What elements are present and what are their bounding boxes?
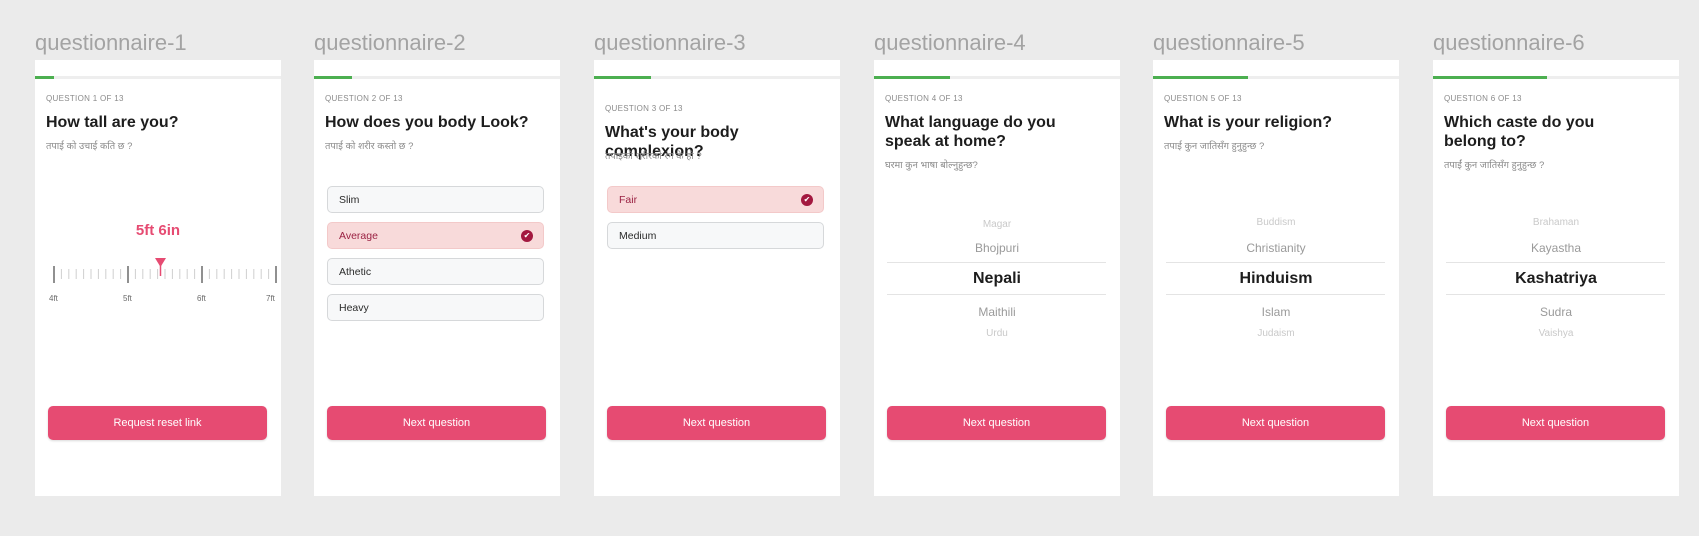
- ruler-label: 6ft: [197, 294, 206, 303]
- question-title-line: What is your religion?: [1164, 114, 1333, 131]
- question-title: What is your religion?: [1164, 113, 1388, 132]
- picker-item-far-above[interactable]: Buddism: [1153, 217, 1399, 228]
- option-label: Heavy: [339, 301, 369, 314]
- question-title-line: How tall are you?: [46, 114, 179, 131]
- question-subtitle: तपाई कुन जातिसँग हुनुहुन्छ ?: [1164, 141, 1265, 152]
- option-label: Average: [339, 229, 378, 242]
- picker-divider: [1446, 294, 1665, 295]
- progress-fill: [1433, 76, 1547, 79]
- option-label: Fair: [619, 193, 638, 206]
- progress-bar: [1433, 76, 1679, 79]
- picker-item-below[interactable]: Maithili: [874, 305, 1120, 319]
- progress-bar: [874, 76, 1120, 79]
- option-athetic[interactable]: Athetic: [327, 258, 544, 285]
- picker-item-above[interactable]: Christianity: [1153, 241, 1399, 255]
- progress-fill: [314, 76, 352, 79]
- next-question-button[interactable]: Next question: [607, 406, 826, 440]
- question-subtitle: तपाई को शरीर कस्तो छ ?: [325, 141, 414, 152]
- frame-label: questionnaire-4: [874, 30, 1026, 55]
- option-medium[interactable]: Medium: [607, 222, 824, 249]
- progress-bar: [35, 76, 281, 79]
- question-subtitle: तपाईं कुन जातिसँग हुनुहुन्छ ?: [1444, 160, 1545, 171]
- picker-item-selected[interactable]: Nepali: [874, 270, 1120, 288]
- height-ruler[interactable]: [35, 255, 281, 291]
- question-title: Which caste do you belong to?: [1444, 113, 1668, 151]
- picker-item-far-above[interactable]: Brahaman: [1433, 217, 1679, 228]
- frame-label: questionnaire-3: [594, 30, 746, 55]
- question-number: QUESTION 5 OF 13: [1164, 94, 1242, 103]
- question-card: QUESTION 1 OF 13 How tall are you? तपाई …: [35, 60, 281, 496]
- picker-divider: [887, 262, 1106, 263]
- picker-item-below[interactable]: Islam: [1153, 305, 1399, 319]
- check-circle-icon: ✔: [521, 230, 533, 242]
- picker-item-above[interactable]: Kayastha: [1433, 241, 1679, 255]
- picker-item-above[interactable]: Bhojpuri: [874, 241, 1120, 255]
- ruler-label: 7ft: [266, 294, 275, 303]
- ruler-ticks: [53, 266, 277, 283]
- picker-divider: [1446, 262, 1665, 263]
- question-subtitle: घरमा कुन भाषा बोल्नुहुन्छ?: [885, 160, 978, 171]
- picker-divider: [887, 294, 1106, 295]
- frame-label: questionnaire-5: [1153, 30, 1305, 55]
- question-number: QUESTION 6 OF 13: [1444, 94, 1522, 103]
- question-number: QUESTION 3 OF 13: [605, 104, 683, 113]
- next-question-button[interactable]: Next question: [887, 406, 1106, 440]
- question-title-line: Which caste do you: [1444, 114, 1595, 131]
- question-subtitle: तपाइको शरीरको रंग के हो ?: [605, 151, 702, 162]
- picker-item-far-below[interactable]: Urdu: [874, 328, 1120, 339]
- question-title-line: belong to?: [1444, 133, 1526, 150]
- picker-item-selected[interactable]: Kashatriya: [1433, 270, 1679, 288]
- picker-item-far-below[interactable]: Judaism: [1153, 328, 1399, 339]
- progress-bar: [594, 76, 840, 79]
- option-fair[interactable]: Fair ✔: [607, 186, 824, 213]
- request-reset-link-button[interactable]: Request reset link: [48, 406, 267, 440]
- question-card: QUESTION 6 OF 13 Which caste do you belo…: [1433, 60, 1679, 496]
- option-heavy[interactable]: Heavy: [327, 294, 544, 321]
- question-title-line: How does you body Look?: [325, 114, 529, 131]
- progress-fill: [874, 76, 950, 79]
- question-card: QUESTION 5 OF 13 What is your religion? …: [1153, 60, 1399, 496]
- question-title-line: speak at home?: [885, 133, 1006, 150]
- question-number: QUESTION 2 OF 13: [325, 94, 403, 103]
- frame-label: questionnaire-6: [1433, 30, 1585, 55]
- option-average[interactable]: Average ✔: [327, 222, 544, 249]
- question-subtitle: तपाई को उचाई कति छ ?: [46, 141, 133, 152]
- question-card: QUESTION 3 OF 13 What's your body comple…: [594, 60, 840, 496]
- picker-divider: [1166, 262, 1385, 263]
- frame-label: questionnaire-2: [314, 30, 466, 55]
- option-label: Slim: [339, 193, 360, 206]
- question-card: QUESTION 2 OF 13 How does you body Look?…: [314, 60, 560, 496]
- question-title-line: What language do you: [885, 114, 1056, 131]
- next-question-button[interactable]: Next question: [327, 406, 546, 440]
- next-question-button[interactable]: Next question: [1166, 406, 1385, 440]
- option-label: Athetic: [339, 265, 372, 278]
- picker-item-below[interactable]: Sudra: [1433, 305, 1679, 319]
- progress-fill: [594, 76, 651, 79]
- check-circle-icon: ✔: [801, 194, 813, 206]
- ruler-label: 4ft: [49, 294, 58, 303]
- picker-item-far-below[interactable]: Vaishya: [1433, 328, 1679, 339]
- next-question-button[interactable]: Next question: [1446, 406, 1665, 440]
- progress-bar: [314, 76, 560, 79]
- question-number: QUESTION 1 OF 13: [46, 94, 124, 103]
- height-value: 5ft 6in: [135, 222, 181, 239]
- question-card: QUESTION 4 OF 13 What language do you sp…: [874, 60, 1120, 496]
- picker-item-selected[interactable]: Hinduism: [1153, 270, 1399, 288]
- question-title: What language do you speak at home?: [885, 113, 1109, 151]
- frame-label: questionnaire-1: [35, 30, 187, 55]
- question-number: QUESTION 4 OF 13: [885, 94, 963, 103]
- progress-fill: [35, 76, 54, 79]
- option-label: Medium: [619, 229, 657, 242]
- ruler-label: 5ft: [123, 294, 132, 303]
- option-slim[interactable]: Slim: [327, 186, 544, 213]
- progress-fill: [1153, 76, 1248, 79]
- picker-divider: [1166, 294, 1385, 295]
- question-title: How tall are you?: [46, 113, 270, 132]
- picker-item-far-above[interactable]: Magar: [874, 219, 1120, 230]
- progress-bar: [1153, 76, 1399, 79]
- question-title: How does you body Look?: [325, 113, 549, 132]
